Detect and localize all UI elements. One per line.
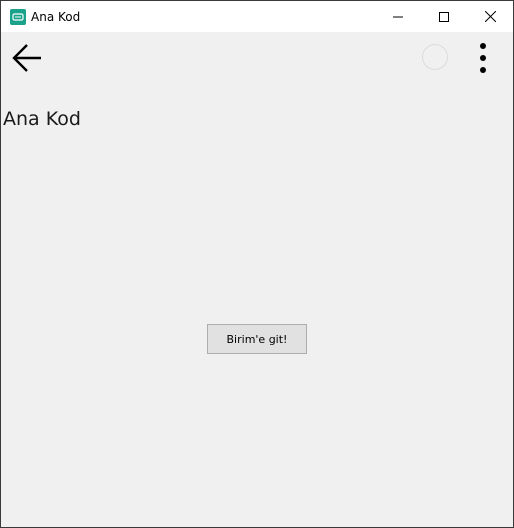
arrow-left-icon	[12, 44, 41, 72]
more-vertical-icon	[480, 43, 486, 73]
maximize-icon	[439, 11, 449, 22]
minimize-icon	[393, 16, 403, 17]
minimize-button[interactable]	[375, 1, 421, 32]
window-title: Ana Kod	[31, 10, 81, 24]
app-window: Ana Kod Ana Kod Birim'e git!	[0, 0, 514, 528]
go-to-unit-button[interactable]: Birim'e git!	[207, 324, 307, 354]
page-title: Ana Kod	[3, 108, 81, 130]
close-icon	[484, 11, 496, 22]
app-icon	[10, 9, 26, 25]
close-button[interactable]	[467, 1, 513, 32]
activity-indicator	[422, 44, 448, 70]
back-button[interactable]	[9, 40, 45, 76]
title-bar[interactable]: Ana Kod	[1, 1, 513, 32]
maximize-button[interactable]	[421, 1, 467, 32]
page-content: Ana Kod Birim'e git!	[1, 32, 513, 527]
more-options-button[interactable]	[469, 40, 497, 76]
